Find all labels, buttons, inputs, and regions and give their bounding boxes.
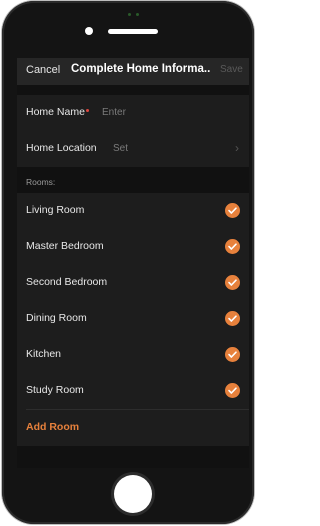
- rooms-header-label: Rooms:: [26, 177, 56, 187]
- room-label: Dining Room: [26, 312, 87, 324]
- room-label: Living Room: [26, 204, 85, 216]
- save-button[interactable]: Save: [220, 64, 248, 75]
- screen: Cancel Complete Home Informa... Save Hom…: [17, 58, 249, 468]
- add-room-button[interactable]: Add Room: [26, 421, 79, 433]
- checkmark-icon[interactable]: [225, 311, 240, 326]
- page-title: Complete Home Informa...: [71, 63, 211, 75]
- checkmark-icon[interactable]: [225, 203, 240, 218]
- home-button[interactable]: [114, 475, 152, 513]
- front-camera: [85, 27, 93, 35]
- home-name-field[interactable]: Home Name Enter: [17, 95, 249, 131]
- room-item-second-bedroom[interactable]: Second Bedroom: [17, 265, 249, 301]
- room-label: Second Bedroom: [26, 276, 108, 288]
- home-location-value[interactable]: Set: [113, 143, 128, 154]
- room-item-study-room[interactable]: Study Room: [17, 373, 249, 409]
- chevron-right-icon: ›: [235, 141, 239, 155]
- section-spacer: [17, 446, 249, 468]
- home-name-input[interactable]: Enter: [102, 107, 126, 118]
- required-indicator: [86, 109, 89, 112]
- section-spacer: [17, 85, 249, 95]
- navigation-bar: Cancel Complete Home Informa... Save: [17, 58, 249, 85]
- room-item-dining-room[interactable]: Dining Room: [17, 301, 249, 337]
- room-item-kitchen[interactable]: Kitchen: [17, 337, 249, 373]
- home-location-label: Home Location: [26, 142, 97, 154]
- room-label: Kitchen: [26, 348, 62, 360]
- rooms-section-header: Rooms:: [17, 167, 249, 193]
- checkmark-icon[interactable]: [225, 275, 240, 290]
- checkmark-icon[interactable]: [225, 383, 240, 398]
- phone-frame: Cancel Complete Home Informa... Save Hom…: [2, 1, 254, 524]
- room-item-master-bedroom[interactable]: Master Bedroom: [17, 229, 249, 265]
- cancel-button[interactable]: Cancel: [26, 64, 60, 76]
- sensor-dot: [136, 13, 139, 16]
- checkmark-icon[interactable]: [225, 347, 240, 362]
- earpiece-speaker: [108, 29, 158, 34]
- add-room-row[interactable]: Add Room: [17, 410, 249, 446]
- home-location-field[interactable]: Home Location Set ›: [17, 131, 249, 167]
- room-item-living-room[interactable]: Living Room: [17, 193, 249, 229]
- home-name-label: Home Name: [26, 106, 85, 118]
- room-label: Study Room: [26, 384, 84, 396]
- room-label: Master Bedroom: [26, 240, 104, 252]
- checkmark-icon[interactable]: [225, 239, 240, 254]
- camera-dot: [128, 13, 131, 16]
